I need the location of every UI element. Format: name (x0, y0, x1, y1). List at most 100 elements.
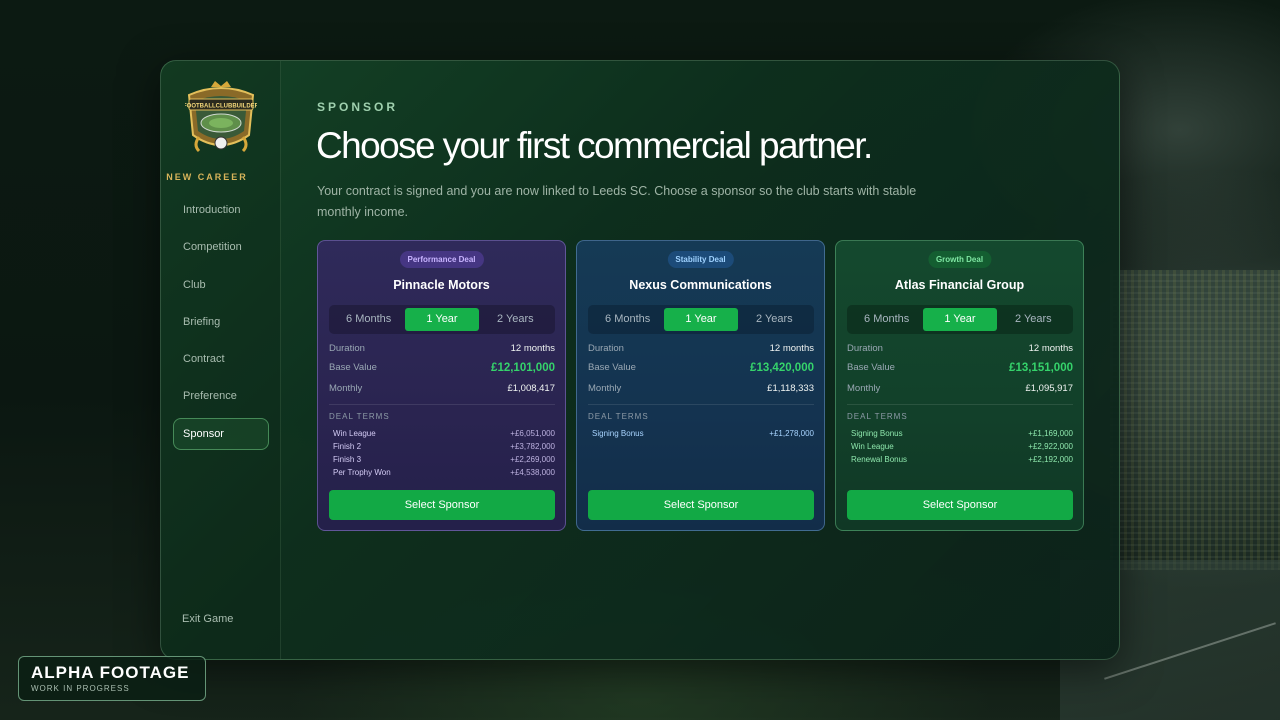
deal-term-row: Renewal Bonus +£2,192,000 (851, 455, 1073, 464)
deal-terms-heading: DEAL TERMS (329, 412, 390, 421)
term-value: +£6,051,000 (510, 429, 555, 438)
duration-option-6-months[interactable]: 6 Months (850, 308, 923, 331)
duration-option-1-year[interactable]: 1 Year (405, 308, 479, 331)
base-value: £12,101,000 (491, 362, 555, 374)
duration-selector: 6 Months 1 Year 2 Years (588, 305, 814, 334)
background-stadium (1110, 270, 1280, 570)
deal-term-row: Finish 3 +£2,269,000 (333, 455, 555, 464)
base-value-label: Base Value (588, 362, 636, 373)
term-name: Win League (333, 429, 376, 438)
watermark-subtitle: WORK IN PROGRESS (31, 684, 130, 693)
sidebar-item-preference[interactable]: Preference (173, 380, 269, 412)
sponsor-card-nexus-communications: Stability Deal Nexus Communications 6 Mo… (576, 240, 825, 531)
monthly-value: £1,095,917 (1025, 383, 1073, 394)
alpha-footage-watermark: ALPHA FOOTAGE WORK IN PROGRESS (18, 656, 206, 701)
exit-game-button[interactable]: Exit Game (182, 613, 233, 625)
new-career-label: NEW CAREER (166, 172, 248, 182)
divider (329, 404, 555, 405)
duration-selector: 6 Months 1 Year 2 Years (847, 305, 1073, 334)
duration-label: Duration (329, 343, 365, 354)
monthly-value: £1,008,417 (507, 383, 555, 394)
base-value: £13,151,000 (1009, 362, 1073, 374)
term-value: +£1,169,000 (1028, 429, 1073, 438)
base-value-label: Base Value (329, 362, 377, 373)
deal-terms-heading: DEAL TERMS (588, 412, 649, 421)
base-value-row: Base Value £13,420,000 (588, 362, 814, 374)
sidebar-nav: Introduction Competition Club Briefing C… (173, 194, 269, 455)
career-window: FOOTBALLCLUBBUILDER NEW CAREER Introduct… (160, 60, 1120, 660)
base-value-row: Base Value £12,101,000 (329, 362, 555, 374)
select-sponsor-button[interactable]: Select Sponsor (588, 490, 814, 520)
deal-term-row: Win League +£2,922,000 (851, 442, 1073, 451)
select-sponsor-button[interactable]: Select Sponsor (329, 490, 555, 520)
select-sponsor-button[interactable]: Select Sponsor (847, 490, 1073, 520)
sidebar-item-contract[interactable]: Contract (173, 343, 269, 375)
term-name: Win League (851, 442, 894, 451)
duration-option-2-years[interactable]: 2 Years (997, 308, 1070, 331)
deal-term-row: Signing Bonus +£1,169,000 (851, 429, 1073, 438)
deal-term-row: Signing Bonus +£1,278,000 (592, 429, 814, 438)
term-name: Per Trophy Won (333, 468, 391, 477)
sidebar-item-competition[interactable]: Competition (173, 231, 269, 263)
monthly-row: Monthly £1,118,333 (588, 383, 814, 394)
duration-label: Duration (588, 343, 624, 354)
term-value: +£2,269,000 (510, 455, 555, 464)
monthly-row: Monthly £1,008,417 (329, 383, 555, 394)
term-value: +£4,538,000 (510, 468, 555, 477)
sponsor-name: Atlas Financial Group (894, 278, 1025, 292)
sponsor-card-pinnacle-motors: Performance Deal Pinnacle Motors 6 Month… (317, 240, 566, 531)
term-value: +£1,278,000 (769, 429, 814, 438)
sidebar-item-club[interactable]: Club (173, 269, 269, 301)
duration-row: Duration 12 months (588, 343, 814, 354)
page-title: Choose your first commercial partner. (316, 125, 873, 166)
base-value: £13,420,000 (750, 362, 814, 374)
deal-type-badge: Performance Deal (399, 251, 484, 268)
term-value: +£2,922,000 (1028, 442, 1073, 451)
deal-type-badge: Stability Deal (667, 251, 734, 268)
monthly-value: £1,118,333 (767, 383, 814, 394)
duration-option-2-years[interactable]: 2 Years (738, 308, 811, 331)
duration-value: 12 months (769, 343, 814, 354)
term-value: +£3,782,000 (510, 442, 555, 451)
term-name: Signing Bonus (592, 429, 644, 438)
page-description: Your contract is signed and you are now … (317, 184, 917, 219)
divider (847, 404, 1073, 405)
watermark-title: ALPHA FOOTAGE (31, 663, 190, 682)
duration-row: Duration 12 months (329, 343, 555, 354)
duration-value: 12 months (1028, 343, 1073, 354)
base-value-label: Base Value (847, 362, 895, 373)
term-name: Finish 3 (333, 455, 362, 464)
duration-option-6-months[interactable]: 6 Months (332, 308, 405, 331)
section-eyebrow: SPONSOR (317, 100, 399, 114)
sponsor-card-atlas-financial-group: Growth Deal Atlas Financial Group 6 Mont… (835, 240, 1084, 531)
sponsor-main: SPONSOR Choose your first commercial par… (316, 61, 1119, 659)
duration-option-6-months[interactable]: 6 Months (591, 308, 664, 331)
term-value: +£2,192,000 (1028, 455, 1073, 464)
sponsor-name: Nexus Communications (629, 278, 772, 292)
deal-terms-heading: DEAL TERMS (847, 412, 908, 421)
sidebar-item-introduction[interactable]: Introduction (173, 194, 269, 226)
duration-option-2-years[interactable]: 2 Years (479, 308, 552, 331)
monthly-label: Monthly (329, 383, 363, 394)
deal-term-row: Finish 2 +£3,782,000 (333, 442, 555, 451)
monthly-row: Monthly £1,095,917 (847, 383, 1073, 394)
monthly-label: Monthly (588, 383, 622, 394)
divider (588, 404, 814, 405)
sponsor-name: Pinnacle Motors (393, 278, 490, 292)
duration-option-1-year[interactable]: 1 Year (923, 308, 997, 331)
deal-term-row: Per Trophy Won +£4,538,000 (333, 468, 555, 477)
term-name: Signing Bonus (851, 429, 903, 438)
sidebar-item-briefing[interactable]: Briefing (173, 306, 269, 338)
base-value-row: Base Value £13,151,000 (847, 362, 1073, 374)
sidebar-item-sponsor[interactable]: Sponsor (173, 417, 269, 450)
svg-text:FOOTBALLCLUBBUILDER: FOOTBALLCLUBBUILDER (185, 104, 257, 110)
duration-option-1-year[interactable]: 1 Year (664, 308, 738, 331)
monthly-label: Monthly (847, 383, 881, 394)
deal-type-badge: Growth Deal (927, 251, 992, 268)
term-name: Finish 2 (333, 442, 362, 451)
deal-term-row: Win League +£6,051,000 (333, 429, 555, 438)
term-name: Renewal Bonus (851, 455, 908, 464)
duration-row: Duration 12 months (847, 343, 1073, 354)
sidebar: FOOTBALLCLUBBUILDER NEW CAREER Introduct… (161, 61, 281, 659)
club-crest-icon: FOOTBALLCLUBBUILDER (183, 79, 260, 159)
